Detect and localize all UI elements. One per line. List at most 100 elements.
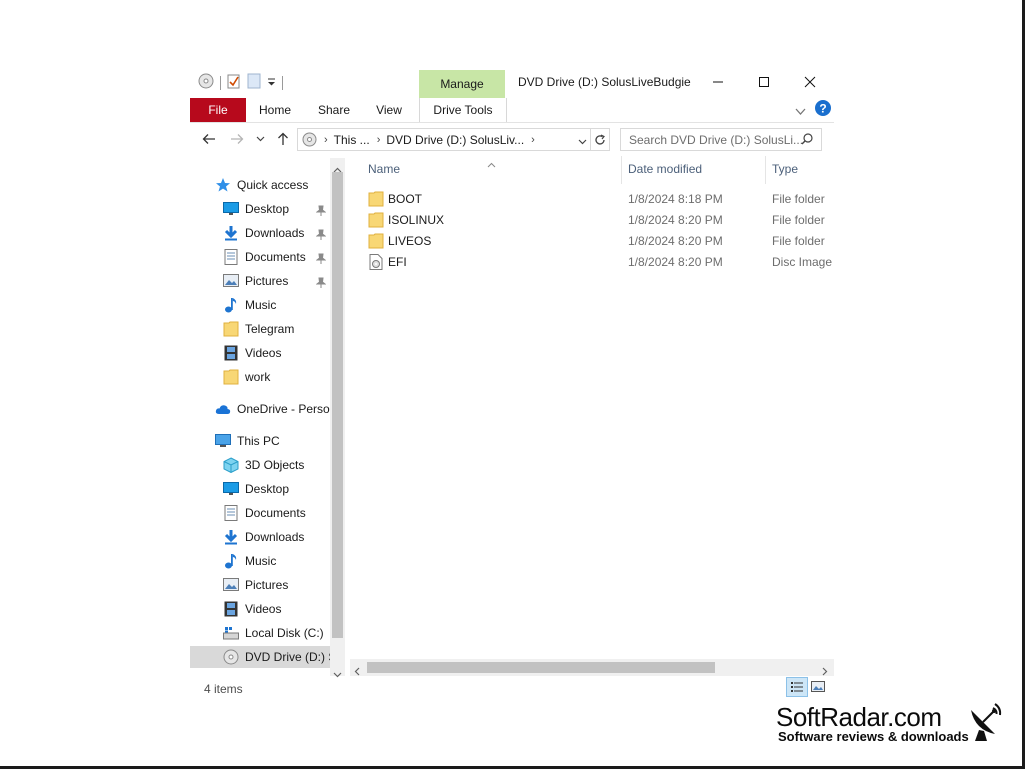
- satellite-dish-icon: [965, 700, 1003, 747]
- tab-home[interactable]: Home: [252, 98, 298, 122]
- nav-item-label: Music: [245, 298, 277, 312]
- new-folder-icon[interactable]: [247, 73, 261, 94]
- file-list-scroll-thumb[interactable]: [367, 662, 715, 673]
- nav-qa-documents[interactable]: Documents: [223, 246, 306, 268]
- up-button[interactable]: [272, 129, 294, 149]
- nav-item-label: Quick access: [237, 178, 309, 192]
- nav-onedrive[interactable]: OneDrive - Persor: [215, 398, 334, 420]
- dvd-drive-icon: [302, 132, 317, 147]
- column-separator[interactable]: [621, 156, 622, 184]
- column-header-name[interactable]: Name: [368, 162, 400, 176]
- back-button[interactable]: [198, 129, 220, 149]
- nav-pc-downloads[interactable]: Downloads: [223, 526, 304, 548]
- file-row[interactable]: LIVEOS 1/8/2024 8:20 PM File folder: [368, 230, 838, 251]
- nav-item-label: work: [245, 370, 271, 384]
- dvd-drive-icon[interactable]: [198, 73, 214, 94]
- nav-qa-telegram[interactable]: Telegram: [223, 318, 294, 340]
- forward-button[interactable]: [226, 129, 248, 149]
- nav-qa-downloads[interactable]: Downloads: [223, 222, 304, 244]
- tab-drive-tools[interactable]: Drive Tools: [419, 98, 507, 122]
- folder-icon: [368, 191, 384, 207]
- expand-ribbon-chevron-icon[interactable]: [795, 103, 806, 121]
- tab-view[interactable]: View: [370, 98, 408, 122]
- file-name: EFI: [388, 254, 407, 269]
- local-disk-icon: [223, 625, 239, 641]
- refresh-button[interactable]: [590, 129, 609, 150]
- tab-share[interactable]: Share: [312, 98, 356, 122]
- column-header-date[interactable]: Date modified: [628, 162, 702, 176]
- recent-locations-button[interactable]: [252, 129, 268, 149]
- breadcrumb-this-pc[interactable]: This ...: [334, 133, 370, 147]
- pictures-icon: [223, 273, 239, 289]
- column-separator[interactable]: [765, 156, 766, 184]
- nav-item-label: Downloads: [245, 530, 305, 544]
- qat-separator: [220, 76, 221, 90]
- minimize-button[interactable]: [695, 68, 741, 96]
- nav-pc-music[interactable]: Music: [223, 550, 276, 572]
- tab-manage[interactable]: Manage: [419, 70, 505, 98]
- file-type: File folder: [772, 191, 825, 206]
- nav-item-label: Local Disk (C:): [245, 626, 324, 640]
- details-view-button[interactable]: [786, 677, 808, 697]
- breadcrumb-chevron-icon[interactable]: ›: [324, 134, 328, 146]
- nav-qa-pictures[interactable]: Pictures: [223, 270, 288, 292]
- nav-item-label: Desktop: [245, 202, 290, 216]
- scroll-right-icon[interactable]: [822, 663, 828, 681]
- nav-item-label: DVD Drive (D:) Sc: [245, 650, 343, 664]
- pin-icon[interactable]: [315, 276, 327, 288]
- nav-qa-work[interactable]: work: [223, 366, 270, 388]
- scroll-down-icon[interactable]: [333, 665, 342, 683]
- search-input[interactable]: Search DVD Drive (D:) SolusLi...: [620, 128, 822, 151]
- nav-item-label: Telegram: [245, 322, 295, 336]
- nav-pc-desktop[interactable]: Desktop: [223, 478, 289, 500]
- nav-this-pc[interactable]: This PC: [215, 430, 280, 452]
- nav-pc-pictures[interactable]: Pictures: [223, 574, 288, 596]
- up-arrow-icon: [278, 132, 288, 145]
- nav-qa-music[interactable]: Music: [223, 294, 276, 316]
- nav-pc-documents[interactable]: Documents: [223, 502, 306, 524]
- nav-pc-3d-objects[interactable]: 3D Objects: [223, 454, 304, 476]
- videos-icon: [223, 601, 239, 617]
- nav-pc-local-disk[interactable]: Local Disk (C:): [223, 622, 324, 644]
- nav-qa-desktop[interactable]: Desktop: [223, 198, 289, 220]
- file-row[interactable]: BOOT 1/8/2024 8:18 PM File folder: [368, 188, 838, 209]
- help-icon[interactable]: ?: [815, 100, 831, 121]
- pin-icon[interactable]: [315, 228, 327, 240]
- nav-quick-access[interactable]: Quick access: [215, 174, 308, 196]
- chevron-down-icon: [256, 136, 264, 142]
- pictures-icon: [223, 577, 239, 593]
- close-button[interactable]: [787, 68, 833, 96]
- nav-qa-videos[interactable]: Videos: [223, 342, 281, 364]
- breadcrumb-chevron-icon[interactable]: ›: [377, 134, 381, 146]
- status-item-count: 4 items: [204, 682, 243, 696]
- nav-item-label: Videos: [245, 346, 282, 360]
- breadcrumb-dvd-drive[interactable]: DVD Drive (D:) SolusLiv...: [386, 133, 524, 147]
- folder-icon: [368, 233, 384, 249]
- nav-pane-scroll-thumb[interactable]: [332, 172, 343, 638]
- breadcrumb-chevron-icon[interactable]: ›: [531, 134, 535, 146]
- desktop-icon: [223, 201, 239, 217]
- file-row[interactable]: EFI 1/8/2024 8:20 PM Disc Image: [368, 251, 838, 272]
- tab-file[interactable]: File: [190, 98, 246, 122]
- properties-icon[interactable]: [227, 73, 241, 94]
- nav-pc-dvd-drive[interactable]: DVD Drive (D:) Sc: [190, 646, 342, 668]
- navigation-pane: Quick access Desktop Downloads Documents…: [190, 158, 345, 670]
- address-dropdown-icon[interactable]: [578, 134, 587, 148]
- pin-icon[interactable]: [315, 252, 327, 264]
- dvd-drive-icon: [223, 649, 239, 665]
- nav-pc-videos[interactable]: Videos: [223, 598, 281, 620]
- large-icons-view-button[interactable]: [811, 680, 825, 698]
- folder-icon: [223, 321, 239, 337]
- customize-qat-chevron-icon[interactable]: [267, 74, 276, 92]
- maximize-button[interactable]: [741, 68, 787, 96]
- ribbon-divider: [190, 122, 834, 123]
- file-row[interactable]: ISOLINUX 1/8/2024 8:20 PM File folder: [368, 209, 838, 230]
- column-header-type[interactable]: Type: [772, 162, 798, 176]
- nav-item-label: Downloads: [245, 226, 305, 240]
- address-row: › This ... › DVD Drive (D:) SolusLiv... …: [190, 126, 834, 152]
- pin-icon[interactable]: [315, 204, 327, 216]
- address-bar[interactable]: › This ... › DVD Drive (D:) SolusLiv... …: [297, 128, 610, 151]
- window-title: DVD Drive (D:) SolusLiveBudgie: [518, 75, 691, 89]
- nav-item-label: Videos: [245, 602, 282, 616]
- scroll-left-icon[interactable]: [354, 663, 360, 681]
